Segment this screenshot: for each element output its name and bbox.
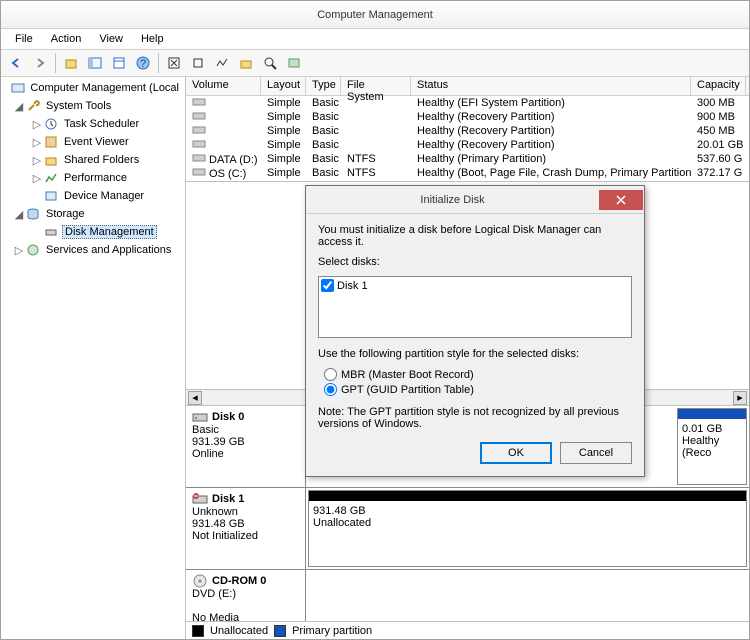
computer-icon xyxy=(11,80,25,96)
window-title: Computer Management xyxy=(317,9,433,21)
help-button[interactable]: ? xyxy=(132,52,154,74)
col-status[interactable]: Status xyxy=(411,77,691,95)
menu-view[interactable]: View xyxy=(91,31,131,47)
partition-style-label: Use the following partition style for th… xyxy=(318,348,632,360)
disk-checkbox-row[interactable]: Disk 1 xyxy=(321,279,629,292)
disk-row[interactable]: CD-ROM 0 DVD (E:) No Media xyxy=(186,570,749,621)
table-row[interactable]: SimpleBasicHealthy (EFI System Partition… xyxy=(186,96,749,110)
disk1-checkbox[interactable] xyxy=(321,279,334,292)
toolbar: ? xyxy=(1,49,749,77)
menu-help[interactable]: Help xyxy=(133,31,172,47)
collapse-icon[interactable]: ◢ xyxy=(13,100,25,113)
expand-icon[interactable]: ▷ xyxy=(31,136,43,149)
disk-listbox[interactable]: Disk 1 xyxy=(318,276,632,338)
device-icon xyxy=(43,188,59,204)
table-row[interactable]: DATA (D:)SimpleBasicNTFSHealthy (Primary… xyxy=(186,152,749,166)
disk-unknown-icon xyxy=(192,492,208,506)
collapse-icon[interactable]: ◢ xyxy=(13,208,25,221)
tree-system-tools[interactable]: ◢System Tools xyxy=(1,97,185,115)
back-button[interactable] xyxy=(5,52,27,74)
tree-root[interactable]: Computer Management (Local xyxy=(1,79,185,97)
action1-button[interactable] xyxy=(187,52,209,74)
partition[interactable]: 0.01 GBHealthy (Reco xyxy=(677,408,747,485)
tree-performance[interactable]: ▷Performance xyxy=(1,169,185,187)
legend-primary-swatch xyxy=(274,625,286,637)
tree-event-viewer[interactable]: ▷Event Viewer xyxy=(1,133,185,151)
tree-services-apps[interactable]: ▷Services and Applications xyxy=(1,241,185,259)
col-volume[interactable]: Volume xyxy=(186,77,261,95)
svg-text:?: ? xyxy=(140,58,146,70)
services-icon xyxy=(25,242,41,258)
storage-icon xyxy=(25,206,41,222)
refresh-button[interactable] xyxy=(163,52,185,74)
scroll-right-icon[interactable]: ▸ xyxy=(733,391,747,405)
menu-file[interactable]: File xyxy=(7,31,41,47)
mbr-radio[interactable] xyxy=(324,368,337,381)
tree-device-manager[interactable]: Device Manager xyxy=(1,187,185,205)
gpt-radio[interactable] xyxy=(324,383,337,396)
mbr-radio-row[interactable]: MBR (Master Boot Record) xyxy=(324,368,632,381)
table-row[interactable]: SimpleBasicHealthy (Recovery Partition)4… xyxy=(186,124,749,138)
legend: Unallocated Primary partition xyxy=(186,621,749,639)
dialog-message: You must initialize a disk before Logica… xyxy=(318,224,632,248)
tree-shared-folders[interactable]: ▷Shared Folders xyxy=(1,151,185,169)
tree-disk-management[interactable]: Disk Management xyxy=(1,223,185,241)
disk-icon xyxy=(43,224,59,240)
cancel-button[interactable]: Cancel xyxy=(560,442,632,464)
forward-button[interactable] xyxy=(29,52,51,74)
action2-button[interactable] xyxy=(211,52,233,74)
expand-icon[interactable]: ▷ xyxy=(31,118,43,131)
titlebar: Computer Management xyxy=(1,1,749,29)
menu-action[interactable]: Action xyxy=(43,31,90,47)
table-header: Volume Layout Type File System Status Ca… xyxy=(186,77,749,96)
folder-icon xyxy=(43,152,59,168)
volume-list[interactable]: Volume Layout Type File System Status Ca… xyxy=(186,77,749,182)
expand-icon[interactable]: ▷ xyxy=(13,244,25,257)
expand-icon[interactable]: ▷ xyxy=(31,172,43,185)
show-hide-tree-button[interactable] xyxy=(84,52,106,74)
action3-button[interactable] xyxy=(235,52,257,74)
cdrom-icon xyxy=(192,574,208,588)
dialog-title: Initialize Disk xyxy=(306,194,599,206)
initialize-disk-dialog: Initialize Disk You must initialize a di… xyxy=(305,185,645,477)
action4-button[interactable] xyxy=(259,52,281,74)
properties-button[interactable] xyxy=(108,52,130,74)
expand-icon[interactable]: ▷ xyxy=(31,154,43,167)
clock-icon xyxy=(43,116,59,132)
col-layout[interactable]: Layout xyxy=(261,77,306,95)
scroll-left-icon[interactable]: ◂ xyxy=(188,391,202,405)
dialog-note: Note: The GPT partition style is not rec… xyxy=(318,406,632,430)
event-icon xyxy=(43,134,59,150)
ok-button[interactable]: OK xyxy=(480,442,552,464)
partition-unallocated[interactable]: 931.48 GBUnallocated xyxy=(308,490,747,567)
table-row[interactable]: OS (C:)SimpleBasicNTFSHealthy (Boot, Pag… xyxy=(186,166,749,180)
col-type[interactable]: Type xyxy=(306,77,341,95)
table-row[interactable]: SimpleBasicHealthy (Recovery Partition)9… xyxy=(186,110,749,124)
select-disks-label: Select disks: xyxy=(318,256,632,268)
action5-button[interactable] xyxy=(283,52,305,74)
menubar: File Action View Help xyxy=(1,29,749,49)
disk-row[interactable]: Disk 1 Unknown 931.48 GB Not Initialized… xyxy=(186,488,749,570)
legend-unallocated-swatch xyxy=(192,625,204,637)
up-button[interactable] xyxy=(60,52,82,74)
close-button[interactable] xyxy=(599,190,643,210)
col-capacity[interactable]: Capacity xyxy=(691,77,746,95)
gpt-radio-row[interactable]: GPT (GUID Partition Table) xyxy=(324,383,632,396)
tree-storage[interactable]: ◢Storage xyxy=(1,205,185,223)
tools-icon xyxy=(25,98,41,114)
col-filesystem[interactable]: File System xyxy=(341,77,411,95)
nav-tree[interactable]: Computer Management (Local ◢System Tools… xyxy=(1,77,186,639)
performance-icon xyxy=(43,170,59,186)
disk-icon xyxy=(192,410,208,424)
table-row[interactable]: SimpleBasicHealthy (Recovery Partition)2… xyxy=(186,138,749,152)
tree-task-scheduler[interactable]: ▷Task Scheduler xyxy=(1,115,185,133)
